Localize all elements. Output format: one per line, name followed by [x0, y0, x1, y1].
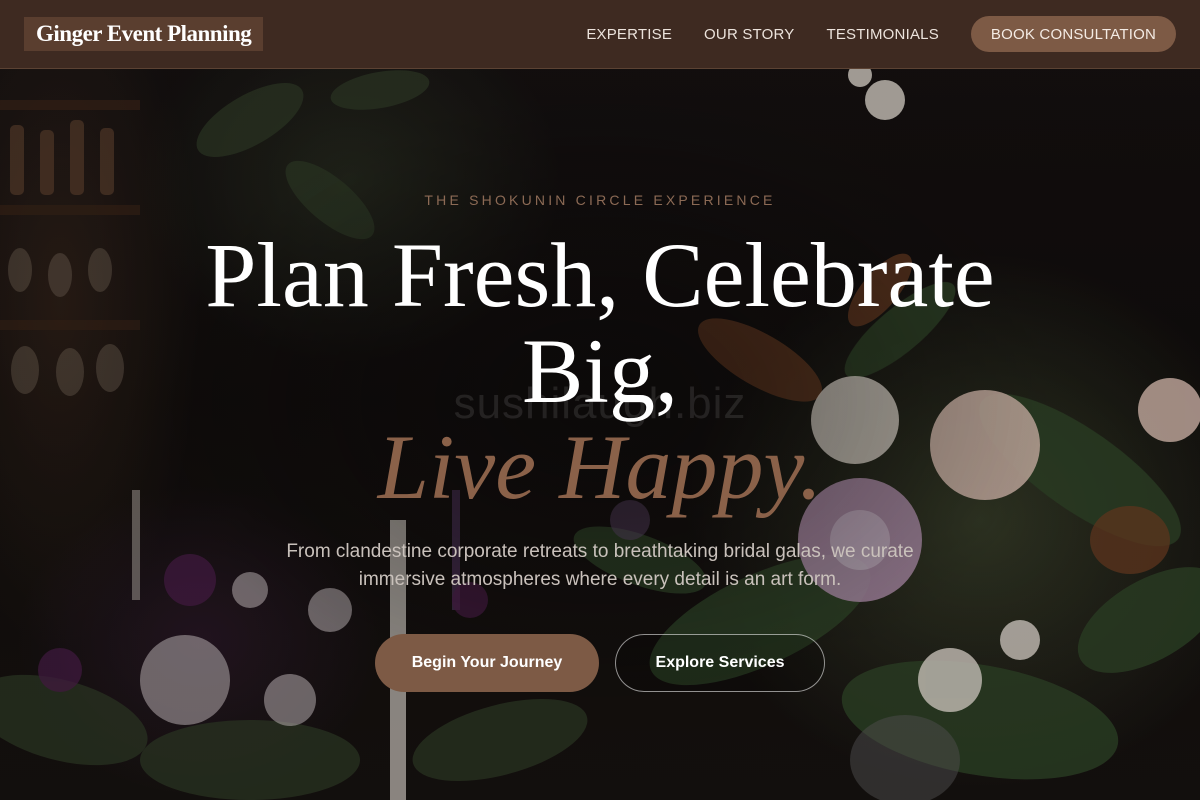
headline-accent: Live Happy.	[377, 416, 823, 518]
hero-subtext: From clandestine corporate retreats to b…	[286, 541, 914, 590]
book-consultation-button[interactable]: BOOK CONSULTATION	[970, 16, 1176, 52]
nav-link-testimonials[interactable]: TESTIMONIALS	[826, 26, 938, 43]
nav-link-our-story[interactable]: OUR STORY	[704, 26, 794, 43]
explore-services-button[interactable]: Explore Services	[615, 634, 825, 692]
hero-section: THE SHOKUNIN CIRCLE EXPERIENCE Plan Fres…	[0, 69, 1200, 800]
hero-eyebrow: THE SHOKUNIN CIRCLE EXPERIENCE	[424, 192, 776, 208]
begin-journey-button[interactable]: Begin Your Journey	[375, 634, 599, 692]
nav-link-expertise[interactable]: EXPERTISE	[586, 26, 672, 43]
main-nav: EXPERTISE OUR STORY TESTIMONIALS BOOK CO…	[586, 16, 1176, 52]
brand-logo[interactable]: Ginger Event Planning	[24, 17, 264, 51]
site-header: Ginger Event Planning EXPERTISE OUR STOR…	[0, 0, 1200, 69]
hero-headline: Plan Fresh, Celebrate Big, Live Happy.	[0, 227, 1200, 515]
watermark-text: sushilaugh.biz	[453, 379, 747, 428]
headline-line-1: Plan Fresh, Celebrate	[205, 224, 995, 326]
